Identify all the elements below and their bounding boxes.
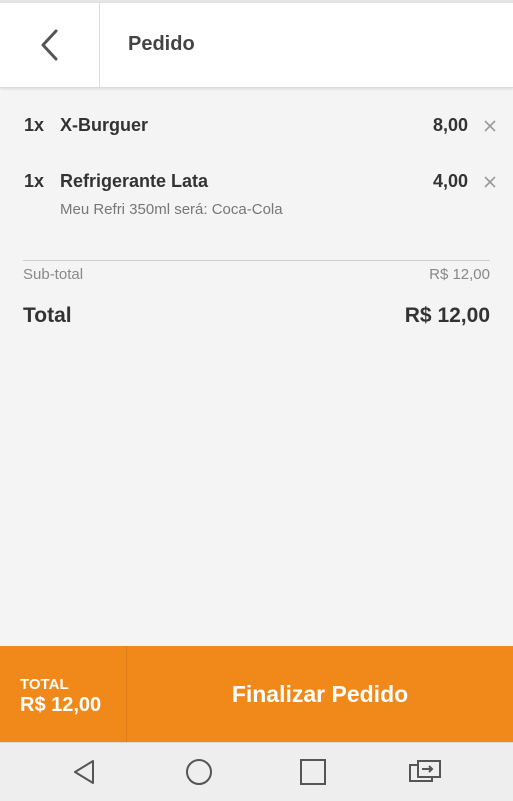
item-quantity: 1x [24, 115, 45, 135]
item-price: 8,00 [432, 115, 468, 135]
subtotal-value: R$ 12,00 [429, 266, 490, 283]
item-price: 4,00 [432, 171, 468, 191]
item-name: Refrigerante Lata [60, 171, 209, 191]
finalize-order-button[interactable]: Finalizar Pedido [127, 646, 513, 742]
checkout-footer: TOTAL R$ 12,00 Finalizar Pedido [0, 646, 513, 742]
close-icon[interactable] [482, 118, 498, 134]
chevron-left-icon [41, 29, 57, 61]
total-value: R$ 12,00 [404, 304, 490, 327]
app-header: Pedido [0, 3, 513, 88]
nav-recent-button[interactable] [296, 755, 330, 789]
nav-home-button[interactable] [182, 755, 216, 789]
switch-apps-icon [409, 760, 441, 782]
close-icon[interactable] [482, 174, 498, 190]
item-quantity: 1x [24, 171, 45, 191]
square-recent-icon [300, 759, 326, 785]
page-title: Pedido [128, 33, 195, 55]
item-note: Meu Refri 350ml será: Coca-Cola [60, 201, 283, 218]
system-nav-bar [0, 742, 513, 801]
nav-back-button[interactable] [68, 755, 102, 789]
nav-switch-button[interactable] [408, 755, 442, 789]
footer-total-value: R$ 12,00 [20, 694, 102, 716]
total-label: Total [23, 304, 72, 327]
footer-total: TOTAL R$ 12,00 [0, 646, 127, 742]
subtotal-label: Sub-total [23, 266, 84, 283]
footer-total-label: TOTAL [20, 676, 69, 693]
triangle-back-icon [74, 760, 94, 784]
back-button[interactable] [0, 3, 100, 87]
item-name: X-Burguer [60, 115, 149, 135]
circle-home-icon [186, 759, 212, 785]
summary-divider [23, 260, 490, 261]
